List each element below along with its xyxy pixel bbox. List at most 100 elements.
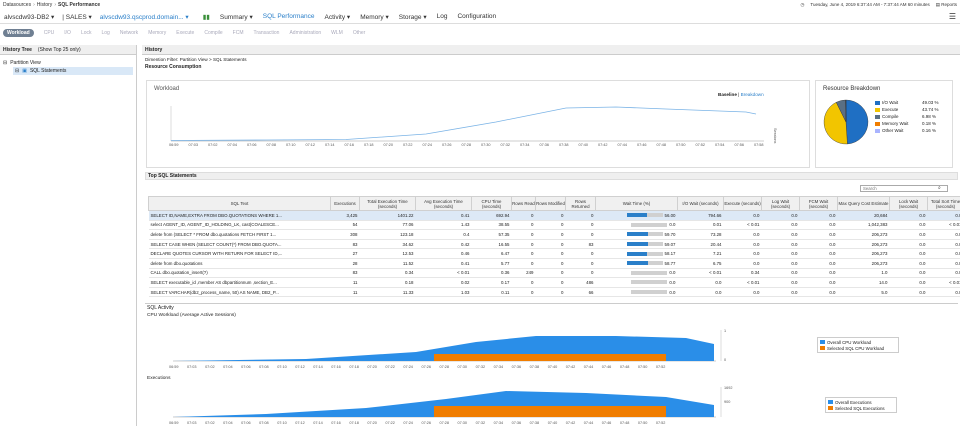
tab-compile[interactable]: Compile <box>204 30 222 36</box>
collapse-icon[interactable]: ⊟ <box>15 68 19 74</box>
cell-avg: 0.42 <box>415 239 472 250</box>
tab-wlm[interactable]: WLM <box>331 30 343 36</box>
column-header[interactable]: Max Query Cost Estimate <box>837 196 890 211</box>
time-tick-label: 07:16 <box>345 143 355 147</box>
exec-legend: Overall Executions Selected SQL Executio… <box>825 397 897 413</box>
column-header[interactable]: Wait Time (%) <box>595 196 678 211</box>
column-header[interactable]: FCM Wait (seconds) <box>799 196 838 211</box>
tab-log[interactable]: Log <box>102 30 110 36</box>
cell-cost: 206,273 <box>837 239 890 250</box>
table-row[interactable]: CALL dbo.quotation_insert(?) 83 0.34 < 0.01… <box>148 268 960 279</box>
cell-rret: 0 <box>565 258 596 269</box>
table-row[interactable]: select AGENT_ID, AGENT_ID_HOLDING_LK, ca… <box>148 220 960 231</box>
db-selector[interactable]: | SALES ▾ <box>62 13 92 21</box>
menu-log[interactable]: Log <box>437 13 448 20</box>
time-tick-label: 07:12 <box>295 365 305 369</box>
wait-time-value: 58.77 <box>664 260 676 266</box>
tab-other[interactable]: Other <box>353 30 366 36</box>
cpu-y-min: 0 <box>724 358 726 362</box>
tree-node-partition-view[interactable]: ⊟ Partition View <box>3 59 133 67</box>
cell-io: 0.0 <box>677 287 724 298</box>
cell-io: 6.75 <box>677 258 724 269</box>
time-tick-label: 07:10 <box>277 421 287 425</box>
time-tick-label: 07:04 <box>223 421 233 425</box>
time-tick-label: 07:48 <box>620 421 630 425</box>
time-tick-label: 06:59 <box>169 421 179 425</box>
tab-network[interactable]: Network <box>120 30 138 36</box>
table-row[interactable]: delete from dbo.quotations 28 11.52 0.41 5.7… <box>148 258 960 269</box>
time-tick-label: 07:40 <box>548 365 558 369</box>
tab-workload[interactable]: Workload <box>3 28 34 37</box>
tab-cpu[interactable]: CPU <box>44 30 55 36</box>
cell-avg: 1.43 <box>415 220 472 231</box>
search-icon[interactable]: ⌕ <box>938 185 941 191</box>
cell-rret: 66 <box>565 287 596 298</box>
menu-activity[interactable]: Activity ▾ <box>325 13 351 21</box>
column-header[interactable]: CPU Time (seconds) <box>471 196 512 211</box>
history-tree: ⊟ Partition View ⊟ ▣ SQL Statements <box>0 55 136 79</box>
column-header[interactable]: Log Wait (seconds) <box>761 196 800 211</box>
column-header[interactable]: SQL Text <box>148 196 331 211</box>
menu-sql-performance[interactable]: SQL Performance <box>263 13 315 20</box>
column-header[interactable]: I/O Wait (seconds) <box>677 196 724 211</box>
cell-cpu: 0.11 <box>471 287 512 298</box>
column-header[interactable]: Execute (seconds) <box>723 196 762 211</box>
tab-lock[interactable]: Lock <box>81 30 92 36</box>
breadcrumb-datasources[interactable]: Datasources <box>3 2 31 8</box>
time-tick-label: 07:32 <box>476 365 486 369</box>
cell-sort: 0.0 <box>927 268 960 279</box>
tab-fcm[interactable]: FCM <box>233 30 244 36</box>
column-header[interactable]: Avg Execution Time (seconds) <box>415 196 472 211</box>
cell-fcm: 0.0 <box>799 258 838 269</box>
hamburger-menu-icon[interactable]: ☰ <box>949 12 956 21</box>
column-header[interactable]: Total Sort Time (seconds) <box>927 196 960 211</box>
cell-cost: 206,273 <box>837 258 890 269</box>
search-input[interactable] <box>860 185 948 192</box>
menu-memory[interactable]: Memory ▾ <box>360 13 389 21</box>
column-header[interactable]: Lock Wait (seconds) <box>889 196 928 211</box>
menu-summary[interactable]: Summary ▾ <box>220 13 253 21</box>
column-header[interactable]: Rows Modified <box>535 196 566 211</box>
table-row[interactable]: SELECT VARCHAR(db2_process_name, 50) AS … <box>148 287 960 298</box>
tree-node-label: SQL Statements <box>29 68 67 74</box>
menu-storage[interactable]: Storage ▾ <box>399 13 427 21</box>
column-header[interactable]: Executions <box>330 196 360 211</box>
top-right-tools: ◷ Tuesday, June 4, 2019 6:37:44 AM - 7:3… <box>800 2 957 8</box>
column-header[interactable]: Rows Returned <box>565 196 596 211</box>
table-row[interactable]: delete from (SELECT * FROM dbo.quotation… <box>148 229 960 240</box>
time-range[interactable]: Tuesday, June 4, 2019 6:37:44 AM - 7:37:… <box>810 2 929 7</box>
time-tick-label: 07:26 <box>421 421 431 425</box>
time-tick-label: 07:18 <box>364 143 374 147</box>
table-row[interactable]: SELECT CASE WHEN (SELECT COUNT(*) FROM D… <box>148 239 960 250</box>
wait-time-bar <box>631 270 668 275</box>
tab-io[interactable]: I/O <box>64 30 71 36</box>
tab-transaction[interactable]: Transaction <box>254 30 280 36</box>
reports-link[interactable]: ▤ Reports <box>936 2 957 8</box>
tab-memory[interactable]: Memory <box>148 30 166 36</box>
host-selector[interactable]: alvscdw93-DB2 ▾ <box>4 13 54 21</box>
menu-configuration[interactable]: Configuration <box>457 13 496 20</box>
table-row[interactable]: DECLARE QUOTES CURSOR WITH RETURN FOR SE… <box>148 248 960 259</box>
baseline-toggle[interactable]: Baseline | Breakdown <box>718 92 764 97</box>
cell-lock: 0.0 <box>889 239 928 250</box>
cell-io: 73.28 <box>677 229 724 240</box>
wait-time-bar <box>626 213 663 218</box>
nav-menu: ▮▮ Summary ▾ SQL Performance Activity ▾ … <box>203 13 496 21</box>
main-navbar: alvscdw93-DB2 ▾ | SALES ▾ alvscdw93.qscp… <box>0 10 960 24</box>
table-row[interactable]: SELECT ID,NAME,EXTRA FROM DBO.QUOTATIONS… <box>148 210 960 221</box>
cell-io: 7.21 <box>677 248 724 259</box>
cell-rr: 0 <box>511 248 536 259</box>
cell-io: 20.44 <box>677 239 724 250</box>
column-header[interactable]: Rows Read <box>511 196 536 211</box>
tree-node-sql-statements[interactable]: ⊟ ▣ SQL Statements <box>13 67 133 75</box>
cell-exec: 54 <box>330 220 360 231</box>
tab-administration[interactable]: Administration <box>289 30 321 36</box>
cell-tot: 12.53 <box>359 248 416 259</box>
cell-io: 0.01 <box>677 220 724 231</box>
table-row[interactable]: SELECT executable_id ,member AS dbpartit… <box>148 277 960 288</box>
column-header[interactable]: Total Execution Time (seconds) <box>359 196 416 211</box>
collapse-icon[interactable]: ⊟ <box>3 60 7 66</box>
target-selector[interactable]: alvscdw93.qscprod.domain... ▾ <box>100 13 189 21</box>
tab-execute[interactable]: Execute <box>176 30 194 36</box>
breadcrumb-history[interactable]: History <box>37 2 53 8</box>
